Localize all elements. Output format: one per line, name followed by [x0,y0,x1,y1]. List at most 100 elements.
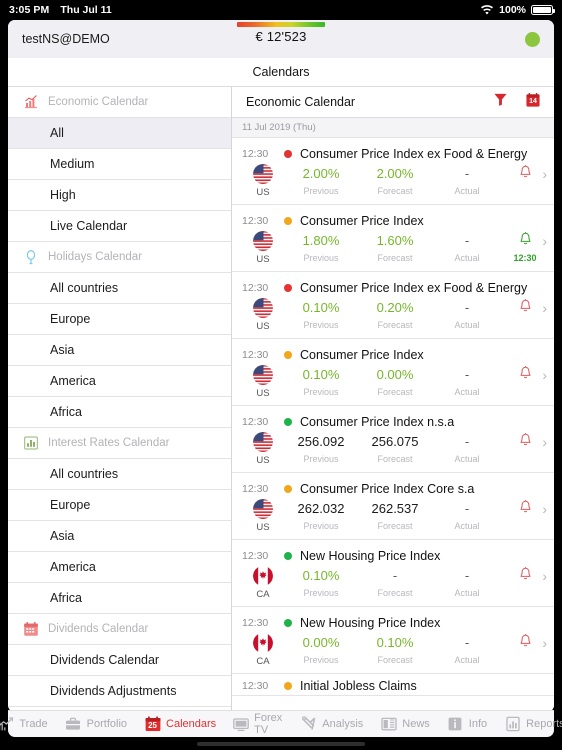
sidebar-item-asia[interactable]: Asia [8,335,231,366]
sidebar-item-africa[interactable]: Africa [8,397,231,428]
tab-info[interactable]: Info [447,716,487,733]
tab-forex-tv[interactable]: Forex TV [233,712,283,736]
sidebar-section-label: Interest Rates Calendar [48,437,170,449]
chevron-right-icon[interactable]: › [542,368,547,382]
sidebar-item-live-calendar[interactable]: Live Calendar [8,211,231,242]
chevron-right-icon[interactable]: › [542,234,547,248]
account-name[interactable]: testNS@DEMO [22,32,110,46]
sidebar-item-label: America [50,560,96,574]
content-panel: Economic Calendar 14 11 Jul 2019 (Thu) 1… [232,87,554,712]
tab-icon-day: 25 [148,720,157,730]
alert-group[interactable] [502,164,548,185]
flag-us [253,499,273,519]
sidebar-item-europe[interactable]: Europe [8,490,231,521]
chevron-right-icon[interactable]: › [542,167,547,181]
sidebar-item-label: Europe [50,312,91,326]
calendar-date-icon[interactable]: 14 [526,92,540,112]
event-row[interactable]: 12:30 New Housing Price Index CA 0.10% Previ… [232,540,554,607]
event-row[interactable]: 12:30 Consumer Price Index n.s.a US 256.092… [232,406,554,473]
sidebar-item-asia[interactable]: Asia [8,521,231,552]
tab-bar[interactable]: Trade Portfolio 25 Calendars Forex TV Analysi… [0,710,562,737]
event-header: 12:30 Consumer Price Index Core s.a [242,480,548,497]
chevron-right-icon[interactable]: › [542,301,547,315]
alert-group[interactable] [502,566,548,587]
sidebar-item-label: Live Calendar [50,219,128,233]
forecast-value: 256.075 [371,434,419,449]
sidebar-item-all-countries[interactable]: All countries [8,459,231,490]
sidebar-item-medium[interactable]: Medium [8,149,231,180]
sidebar-section-header: Interest Rates Calendar [8,428,231,459]
page-title: Calendars [252,65,310,79]
bell-icon[interactable] [518,365,533,386]
event-row[interactable]: 12:30 New Housing Price Index CA 0.00% Previ… [232,607,554,674]
filter-funnel-icon[interactable] [493,92,508,112]
tab-label: Reports [526,718,562,730]
tab-reports[interactable]: Reports [504,716,562,733]
event-row[interactable]: 12:30 Consumer Price Index US 1.80% Previous… [232,205,554,272]
nav-bar: Calendars [8,58,554,87]
connection-status-dot[interactable] [525,31,540,47]
sidebar-item-dividends-adjustments[interactable]: Dividends Adjustments [8,676,231,707]
sidebar-item-africa[interactable]: Africa [8,583,231,614]
account-bar: testNS@DEMO € 12'523 [8,20,554,58]
chevron-right-icon[interactable]: › [542,569,547,583]
sidebar-item-america[interactable]: America [8,552,231,583]
event-list[interactable]: 12:30 Consumer Price Index ex Food & Ener… [232,138,554,712]
event-details: US 2.00% Previous 2.00% Forecast - Actual [242,164,548,198]
chevron-right-icon[interactable]: › [542,435,547,449]
tab-calendars[interactable]: 25 Calendars [144,716,216,733]
tab-label: Trade [19,718,48,730]
alert-group[interactable] [502,365,548,386]
reports-chart-icon [504,716,521,733]
bell-icon[interactable] [518,566,533,587]
flag-us [253,432,273,452]
actual-value-group: - Actual [432,231,502,263]
event-time: 12:30 [242,482,269,495]
alert-group[interactable] [502,298,548,319]
event-row[interactable]: 12:30 Consumer Price Index ex Food & Ener… [232,272,554,339]
bell-icon[interactable] [518,298,533,319]
body-split: Economic Calendar All Medium High Live Calen… [8,87,554,712]
event-row[interactable]: 12:30 Consumer Price Index Core s.a US 262.… [232,473,554,540]
sidebar-item-all-countries[interactable]: All countries [8,273,231,304]
sidebar[interactable]: Economic Calendar All Medium High Live Calen… [8,87,232,712]
sidebar-item-america[interactable]: America [8,366,231,397]
previous-value: 0.00% [302,635,340,650]
previous-value-group: 0.10% Previous [284,298,358,330]
tab-portfolio[interactable]: Portfolio [65,716,127,733]
sidebar-item-dividends-calendar[interactable]: Dividends Calendar [8,645,231,676]
forecast-label: Forecast [377,320,413,330]
event-row[interactable]: 12:30 Consumer Price Index ex Food & Ener… [232,138,554,205]
bell-icon[interactable] [518,231,533,252]
event-name: New Housing Price Index [300,548,441,563]
bell-icon[interactable] [518,432,533,453]
previous-label: Previous [303,186,339,196]
bell-icon[interactable] [518,633,533,654]
flag-ca [253,566,273,586]
previous-label: Previous [303,320,339,330]
alert-group[interactable] [502,633,548,654]
country-group: US [242,365,284,399]
tab-analysis[interactable]: Analysis [300,716,363,733]
flag-us [253,164,273,184]
tab-news[interactable]: News [380,716,430,733]
tab-trade[interactable]: Trade [0,716,48,733]
forecast-value: 0.10% [376,635,414,650]
previous-value: 2.00% [302,166,340,181]
forecast-value-group: 0.10% Forecast [358,633,432,665]
alert-group[interactable] [502,432,548,453]
bell-icon[interactable] [518,164,533,185]
event-row[interactable]: 12:30 Consumer Price Index US 0.10% Previous… [232,339,554,406]
event-row[interactable]: 12:30 Initial Jobless Claims [232,674,554,696]
previous-label: Previous [303,655,339,665]
sidebar-item-high[interactable]: High [8,180,231,211]
event-name: Consumer Price Index Core s.a [300,481,475,496]
chevron-right-icon[interactable]: › [542,636,547,650]
sidebar-item-europe[interactable]: Europe [8,304,231,335]
chevron-right-icon[interactable]: › [542,502,547,516]
alert-group[interactable] [502,499,548,520]
sidebar-item-all[interactable]: All [8,118,231,149]
sidebar-item-label: Dividends Adjustments [50,684,177,698]
alert-group[interactable]: 12:30 [502,231,548,263]
bell-icon[interactable] [518,499,533,520]
